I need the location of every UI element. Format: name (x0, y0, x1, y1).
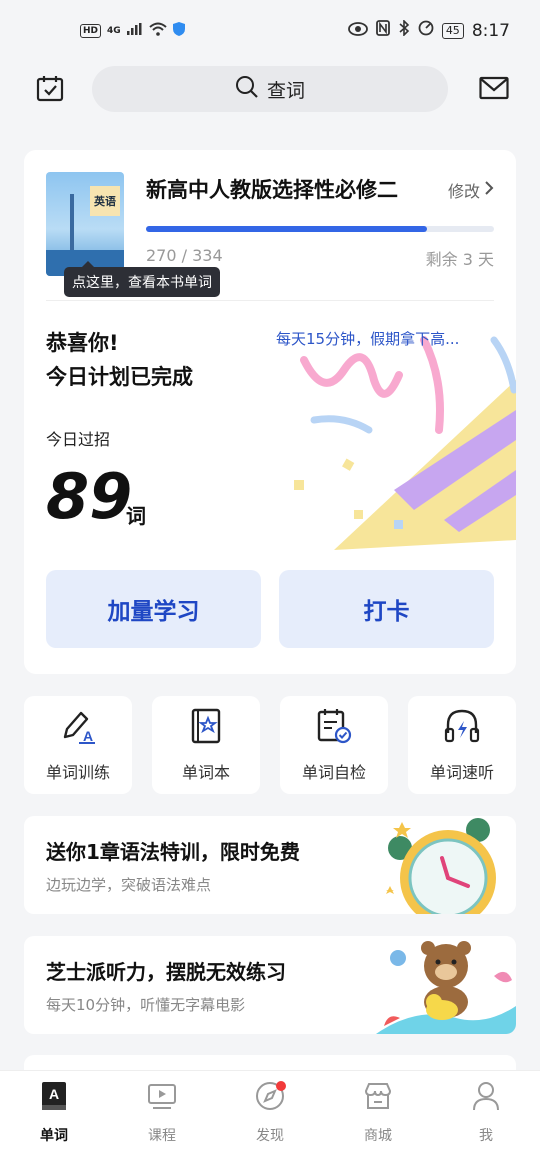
clock-time: 8:17 (471, 20, 510, 41)
congrats-subtitle: 今日计划已完成 (46, 365, 193, 389)
edit-book-button[interactable]: 修改 (448, 178, 494, 202)
nav-item-courses[interactable]: 课程 (122, 1071, 202, 1155)
word-count-unit: 词 (126, 504, 146, 528)
book-cover-title: 英语 (90, 186, 120, 216)
tool-label: 单词本 (181, 763, 230, 782)
grammar-promo-banner[interactable]: 送你1章语法特训，限时免费 边玩边学，突破语法难点 (24, 816, 516, 914)
tool-quick-listen[interactable]: 单词速听 (408, 696, 516, 794)
completion-message: 恭喜你! 今日计划已完成 (46, 326, 193, 394)
bottom-navigation: A 单词 课程 发现 商城 我 (0, 1070, 540, 1155)
mail-icon[interactable] (478, 72, 510, 104)
celebration-confetti-illustration (294, 336, 516, 550)
promo-link[interactable]: 每天15分钟，假期拿下高... (276, 328, 496, 349)
nav-item-store[interactable]: 商城 (338, 1071, 418, 1155)
listening-promo-banner[interactable]: 芝士派听力，摆脱无效练习 每天10分钟，听懂无字幕电影 (24, 936, 516, 1034)
person-icon (471, 1081, 501, 1115)
notification-dot (276, 1081, 286, 1091)
book-progress-bar (146, 226, 494, 232)
network-label: 4G (107, 25, 121, 36)
store-icon (363, 1081, 393, 1115)
tool-word-book[interactable]: 单词本 (152, 696, 260, 794)
nav-label: 我 (479, 1128, 493, 1144)
bluetooth-icon (398, 19, 410, 41)
signal-icon (126, 23, 143, 38)
tool-label: 单词自检 (301, 763, 366, 782)
shield-icon (172, 22, 185, 39)
calendar-check-icon[interactable] (34, 72, 66, 104)
progress-count: 270 / 334 (146, 246, 223, 265)
hd-badge: HD (80, 23, 102, 38)
svg-text:A: A (83, 728, 93, 744)
tool-label: 单词训练 (45, 763, 110, 782)
svg-text:A: A (49, 1086, 59, 1102)
banner-subtitle: 边玩边学，突破语法难点 (46, 876, 212, 894)
tool-label: 单词速听 (429, 763, 494, 782)
quick-tools: A 单词训练 单词本 单词自检 单词速听 (24, 696, 516, 794)
study-plan-card: 英语 新高中人教版选择性必修二 修改 270 / 334 剩余 3 天 点这里，… (24, 150, 516, 674)
search-icon (235, 75, 259, 104)
headphones-icon (443, 707, 481, 749)
nav-item-words[interactable]: A 单词 (14, 1071, 94, 1155)
checkin-button[interactable]: 打卡 (279, 570, 494, 648)
today-label: 今日过招 (46, 430, 111, 449)
book-a-icon: A (40, 1081, 68, 1115)
nav-label: 发现 (256, 1128, 284, 1144)
nav-label: 单词 (40, 1128, 68, 1144)
action-buttons: 加量学习 打卡 (46, 570, 494, 648)
pencil-icon: A (59, 707, 97, 749)
bookmark-star-icon (187, 707, 225, 749)
nav-item-discover[interactable]: 发现 (230, 1071, 310, 1155)
congrats-title: 恭喜你! (46, 331, 119, 355)
book-progress-fill (146, 226, 428, 232)
top-bar: 查词 (0, 62, 540, 118)
chevron-right-icon (484, 180, 494, 200)
clipboard-check-icon (315, 707, 353, 749)
tool-self-check[interactable]: 单词自检 (280, 696, 388, 794)
book-name: 新高中人教版选择性必修二 (146, 178, 398, 202)
search-placeholder: 查词 (266, 79, 305, 102)
search-bar[interactable]: 查词 (92, 66, 448, 112)
bear-mascot-icon (376, 941, 516, 1034)
nav-label: 课程 (148, 1128, 176, 1144)
alarm-clock-icon (386, 818, 496, 914)
battery-indicator: 45 (441, 22, 464, 39)
tool-word-training[interactable]: A 单词训练 (24, 696, 132, 794)
divider (46, 300, 494, 301)
banner-title: 芝士派听力，摆脱无效练习 (46, 960, 286, 984)
nav-label: 商城 (364, 1128, 392, 1144)
banner-title: 送你1章语法特训，限时免费 (46, 840, 300, 864)
nav-item-me[interactable]: 我 (446, 1071, 526, 1155)
word-count: 89 (46, 460, 133, 533)
video-icon (147, 1081, 177, 1115)
remaining-days: 剩余 3 天 (425, 250, 494, 269)
eye-icon (347, 21, 368, 41)
wifi-icon (149, 22, 167, 39)
edit-label: 修改 (447, 182, 480, 201)
banner-subtitle: 每天10分钟，听懂无字幕电影 (46, 996, 246, 1014)
vibrate-icon (418, 20, 434, 41)
nfc-icon (375, 20, 390, 41)
status-bar: HD 4G 45 8:17 (0, 0, 540, 62)
study-more-button[interactable]: 加量学习 (46, 570, 261, 648)
book-tooltip[interactable]: 点这里，查看本书单词 (64, 261, 220, 297)
